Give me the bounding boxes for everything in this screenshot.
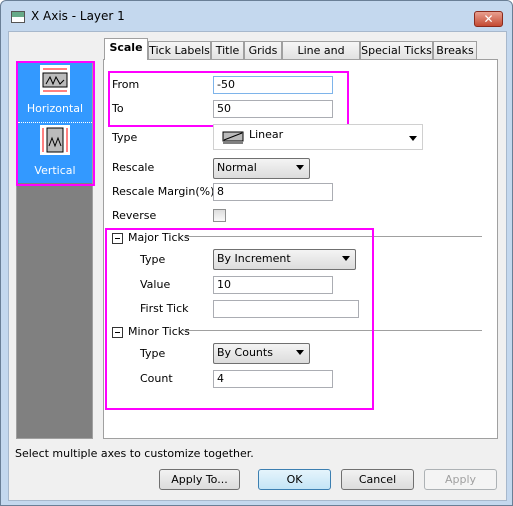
tab-breaks[interactable]: Breaks xyxy=(433,41,477,60)
linear-scale-icon xyxy=(222,131,244,144)
cancel-button[interactable]: Cancel xyxy=(341,469,414,490)
highlight-axis-list xyxy=(16,61,95,186)
rescale-combo[interactable]: Normal xyxy=(213,158,310,179)
reverse-label: Reverse xyxy=(112,209,157,222)
type-combo[interactable]: Linear xyxy=(213,124,423,150)
dialog-window: X Axis - Layer 1 ✕ Scale Tick Labels Tit… xyxy=(0,0,513,506)
highlight-range xyxy=(108,71,349,127)
type-value: Linear xyxy=(249,128,284,141)
tab-scale[interactable]: Scale xyxy=(104,38,148,60)
rescale-label: Rescale xyxy=(112,161,155,174)
tab-grids[interactable]: Grids xyxy=(244,41,282,60)
rescale-margin-input[interactable]: 8 xyxy=(213,183,333,201)
tab-line-and-ticks[interactable]: Line and Ticks xyxy=(282,41,360,74)
status-text: Select multiple axes to customize togeth… xyxy=(15,447,254,460)
type-label: Type xyxy=(112,131,138,144)
highlight-ticks xyxy=(105,228,374,410)
apply-to-button[interactable]: Apply To... xyxy=(159,469,240,490)
window-title: X Axis - Layer 1 xyxy=(31,9,125,23)
close-button[interactable]: ✕ xyxy=(474,11,503,27)
rescale-value: Normal xyxy=(217,161,257,174)
ok-button[interactable]: OK xyxy=(258,469,331,490)
tab-title[interactable]: Title xyxy=(211,41,244,60)
app-icon xyxy=(11,11,25,23)
apply-button[interactable]: Apply xyxy=(424,469,497,490)
tab-special-ticks[interactable]: Special Ticks xyxy=(360,41,433,60)
chevron-down-icon xyxy=(409,136,417,141)
tab-tick-labels[interactable]: Tick Labels xyxy=(148,41,211,60)
rescale-margin-label: Rescale Margin(%) xyxy=(112,185,215,198)
reverse-checkbox[interactable] xyxy=(213,209,226,222)
chevron-down-icon xyxy=(296,165,304,170)
